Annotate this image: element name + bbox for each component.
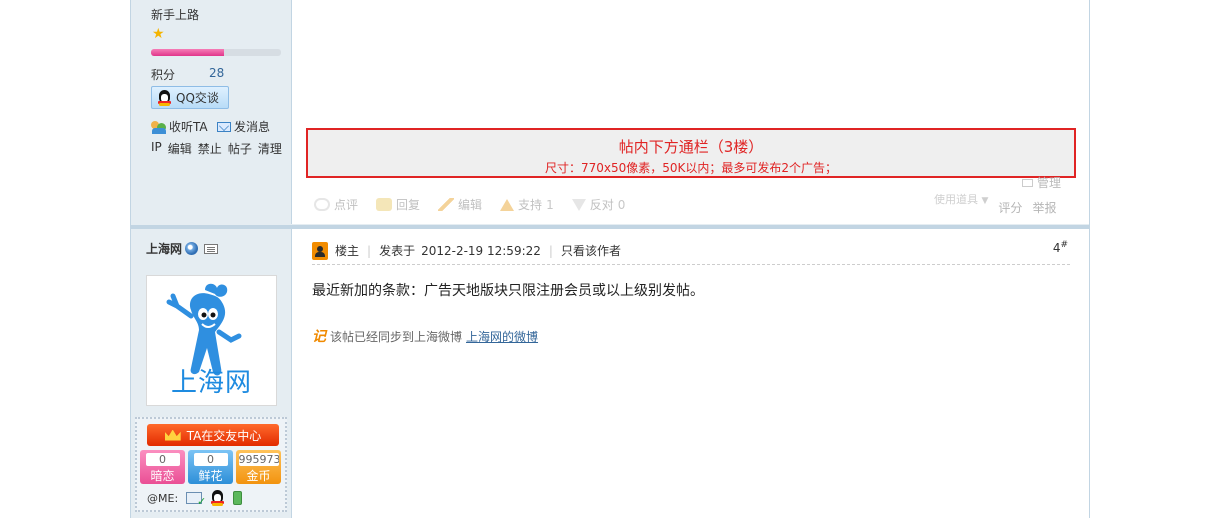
reply-icon xyxy=(376,198,393,211)
owner-label: 楼主 xyxy=(335,244,360,258)
ta-center-label: TA在交友中心 xyxy=(186,428,262,443)
flowers-counter[interactable]: 0 鲜花 xyxy=(188,450,233,484)
post-tools-bar: 使用道具 ▼ 评分 举报 xyxy=(934,192,1056,216)
report-link[interactable]: 举报 xyxy=(1032,199,1056,216)
chevron-down-icon: ▼ xyxy=(981,196,989,206)
admin-link-ip[interactable]: IP xyxy=(151,140,162,157)
avatar-caption: 上海网 xyxy=(170,368,252,398)
admin-links: IP 编辑 禁止 帖子 清理 xyxy=(151,140,282,157)
coins-counter[interactable]: 995973 金币 xyxy=(236,450,281,484)
qq-chat-button[interactable]: QQ交谈 xyxy=(151,86,229,109)
posted-prefix: 发表于 xyxy=(379,244,416,258)
follow-label: 收听TA xyxy=(169,120,208,134)
credits-value[interactable]: 28 xyxy=(209,66,224,80)
rate-link[interactable]: 评分 xyxy=(998,199,1022,216)
manage-link[interactable]: 管理 xyxy=(1022,174,1061,191)
flowers-count: 0 xyxy=(193,453,228,466)
admin-link-ban[interactable]: 禁止 xyxy=(198,140,222,157)
separator: | xyxy=(367,243,372,258)
user-card-icon[interactable] xyxy=(204,243,219,254)
mail-icon xyxy=(217,121,231,132)
sync-text: 该帖已经同步到上海微博 xyxy=(330,329,463,344)
thread-owner-icon xyxy=(312,241,328,260)
crush-count: 0 xyxy=(145,453,180,466)
author-username[interactable]: 上海网 xyxy=(146,240,219,257)
oppose-button[interactable]: 反对 0 xyxy=(571,196,626,213)
edit-button[interactable]: 编辑 xyxy=(438,196,482,213)
forum-thread: 新手上路 ★ 积分 28 QQ交谈 收听TA 发消息 IP 编辑 禁止 帖子 清… xyxy=(130,0,1090,518)
crush-label: 暗恋 xyxy=(150,469,175,483)
comment-button[interactable]: 点评 xyxy=(314,196,358,213)
reply-button[interactable]: 回复 xyxy=(376,196,420,213)
edit-label: 编辑 xyxy=(458,198,483,212)
flowers-label: 鲜花 xyxy=(198,469,223,483)
qq-penguin-icon xyxy=(157,89,172,106)
manage-label: 管理 xyxy=(1037,176,1062,190)
admin-link-clean[interactable]: 清理 xyxy=(258,140,282,157)
only-author-link[interactable]: 只看该作者 xyxy=(561,242,621,259)
qq-chat-label: QQ交谈 xyxy=(176,91,219,105)
verified-mail-icon[interactable] xyxy=(186,492,206,508)
ad-title: 帖内下方通栏（3楼） xyxy=(618,138,764,156)
checkbox-icon xyxy=(1022,178,1033,187)
experience-bar xyxy=(151,49,281,56)
coins-label: 金币 xyxy=(246,469,271,483)
sync-note-icon: 记 xyxy=(312,329,326,345)
phone-icon[interactable] xyxy=(233,491,243,505)
reply-label: 回复 xyxy=(396,198,421,212)
use-tools-label: 使用道具 xyxy=(934,193,978,206)
me-label: @ME: xyxy=(147,491,179,505)
comment-label: 点评 xyxy=(334,198,359,212)
online-status-icon xyxy=(185,242,199,255)
post-action-bar: 点评 回复 编辑 支持 1 反对 0 xyxy=(314,196,625,213)
coins-count: 995973 xyxy=(238,453,279,466)
admin-link-edit[interactable]: 编辑 xyxy=(168,140,192,157)
oppose-label: 反对 xyxy=(589,198,614,212)
oppose-count: 0 xyxy=(617,197,626,212)
post-divider xyxy=(131,224,1089,229)
support-button[interactable]: 支持 1 xyxy=(500,196,554,213)
qq-penguin-icon[interactable] xyxy=(210,490,225,506)
author-username-label: 上海网 xyxy=(146,242,183,256)
separator: | xyxy=(548,243,553,258)
floor-mark: # xyxy=(1060,240,1068,250)
star-icon: ★ xyxy=(152,26,165,42)
follow-link[interactable]: 收听TA xyxy=(151,118,208,135)
weibo-sync-notice: 记 该帖已经同步到上海微博 上海网的微博 xyxy=(312,326,538,346)
support-label: 支持 xyxy=(518,198,543,212)
thumb-down-icon xyxy=(571,198,586,211)
me-contacts-row: @ME: xyxy=(147,490,243,508)
weibo-link[interactable]: 上海网的微博 xyxy=(466,328,538,345)
comment-icon xyxy=(314,198,330,211)
send-message-link[interactable]: 发消息 xyxy=(217,118,270,135)
send-message-label: 发消息 xyxy=(234,120,271,134)
experience-bar-fill xyxy=(151,49,224,56)
credits-label: 积分 xyxy=(151,68,176,82)
thumb-up-icon xyxy=(500,198,515,211)
pencil-icon xyxy=(438,198,455,211)
avatar[interactable]: 上海网 xyxy=(146,275,277,406)
user-rank: 新手上路 xyxy=(151,8,200,22)
social-panel: TA在交友中心 0 暗恋 0 鲜花 995973 金币 @ME: xyxy=(135,417,287,512)
use-tools-menu[interactable]: 使用道具 ▼ xyxy=(934,191,988,207)
crush-counter[interactable]: 0 暗恋 xyxy=(140,450,185,484)
ad-subtitle: 尺寸：770x50像素，50K以内；最多可发布2个广告； xyxy=(544,161,838,175)
post-content: 最近新加的条款：广告天地版块只限注册会员或以上级别发帖。 xyxy=(312,283,704,299)
follow-icon xyxy=(151,120,167,134)
ta-center-button[interactable]: TA在交友中心 xyxy=(147,424,279,446)
post-main: 帖内下方通栏（3楼） 尺寸：770x50像素，50K以内；最多可发布2个广告； … xyxy=(292,0,1089,518)
post-header: 楼主 | 发表于 2012-2-19 12:59:22 | 只看该作者 4# xyxy=(312,237,1070,265)
author-sidebar: 新手上路 ★ 积分 28 QQ交谈 收听TA 发消息 IP 编辑 禁止 帖子 清… xyxy=(131,0,292,518)
ad-banner[interactable]: 帖内下方通栏（3楼） 尺寸：770x50像素，50K以内；最多可发布2个广告； xyxy=(306,128,1076,178)
posted-time: 2012-2-19 12:59:22 xyxy=(421,243,541,258)
crown-icon xyxy=(164,429,181,441)
support-count: 1 xyxy=(546,197,554,212)
floor-number[interactable]: 4# xyxy=(1053,240,1068,255)
admin-link-posts[interactable]: 帖子 xyxy=(228,140,252,157)
